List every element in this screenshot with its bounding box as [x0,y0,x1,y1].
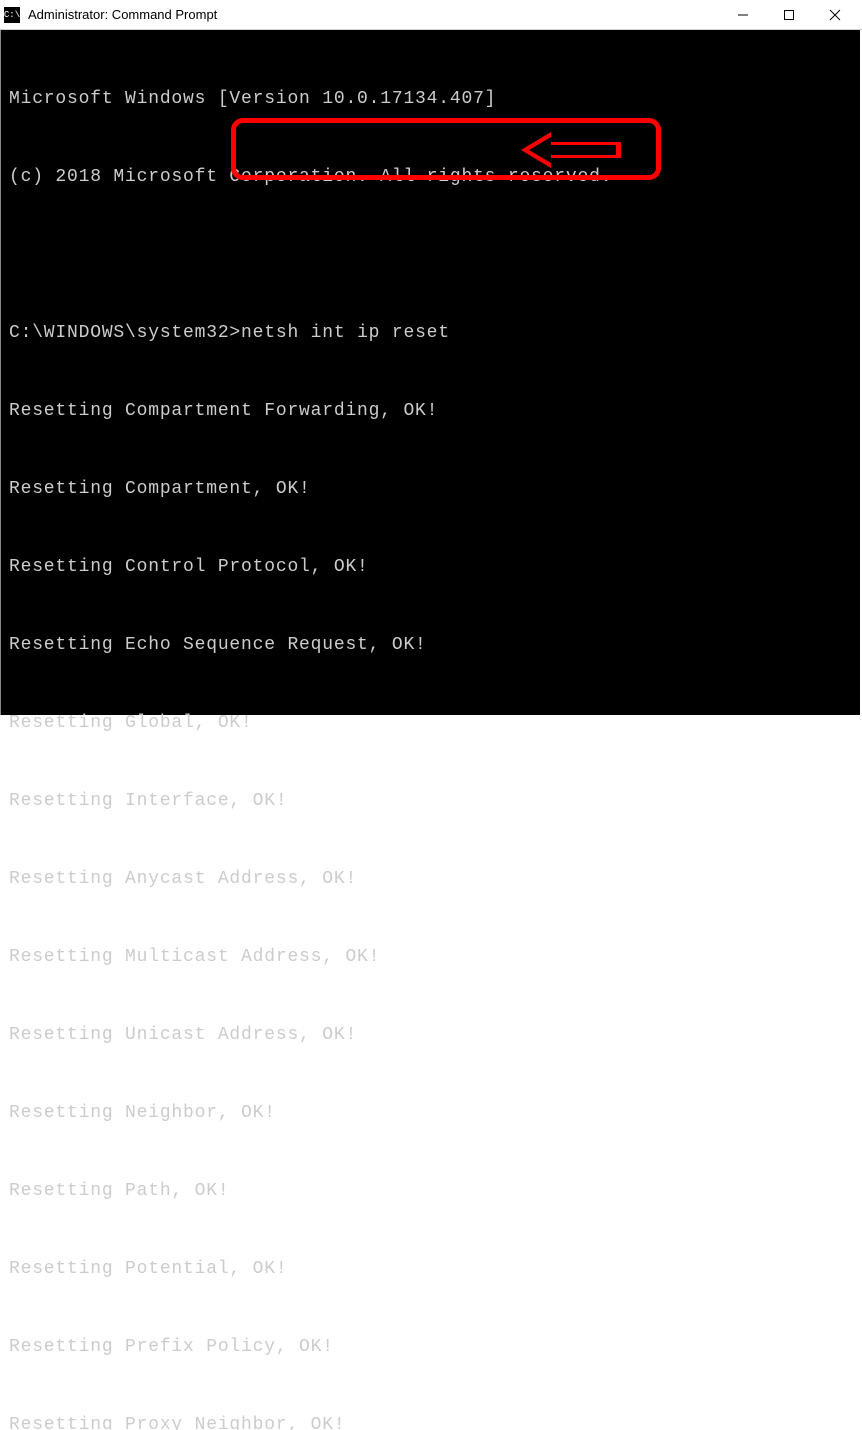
console-output-line: Resetting Potential, OK! [1,1256,860,1282]
maximize-button[interactable] [766,1,812,29]
command-text: netsh int ip reset [241,323,450,343]
console-copyright-line: (c) 2018 Microsoft Corporation. All righ… [1,164,860,190]
maximize-icon [783,9,795,21]
close-icon [829,9,841,21]
console-output-line: Resetting Echo Sequence Request, OK! [1,632,860,658]
prompt-text: C:\WINDOWS\system32> [9,323,241,343]
console-output-line: Resetting Path, OK! [1,1178,860,1204]
close-button[interactable] [812,1,858,29]
console-output-line: Resetting Compartment, OK! [1,476,860,502]
window-title: Administrator: Command Prompt [28,7,720,22]
console-output-line: Resetting Interface, OK! [1,788,860,814]
console-output-line: Resetting Multicast Address, OK! [1,944,860,970]
console-output-line: Resetting Anycast Address, OK! [1,866,860,892]
cmd-icon: C:\ [4,7,20,23]
window-controls [720,1,858,29]
titlebar: C:\ Administrator: Command Prompt [0,0,862,30]
console-output-line: Resetting Unicast Address, OK! [1,1022,860,1048]
console-output-line: Resetting Control Protocol, OK! [1,554,860,580]
console-output-line: Resetting Neighbor, OK! [1,1100,860,1126]
console-blank-line [1,242,860,268]
minimize-icon [737,9,749,21]
console-output-line: Resetting Prefix Policy, OK! [1,1334,860,1360]
console-header-line: Microsoft Windows [Version 10.0.17134.40… [1,86,860,112]
console-output-line: Resetting Compartment Forwarding, OK! [1,398,860,424]
minimize-button[interactable] [720,1,766,29]
console-area[interactable]: Microsoft Windows [Version 10.0.17134.40… [0,30,860,715]
console-output-line: Resetting Global, OK! [1,710,860,736]
console-prompt-line: C:\WINDOWS\system32>netsh int ip reset [1,320,860,346]
console-output-line: Resetting Proxy Neighbor, OK! [1,1412,860,1430]
